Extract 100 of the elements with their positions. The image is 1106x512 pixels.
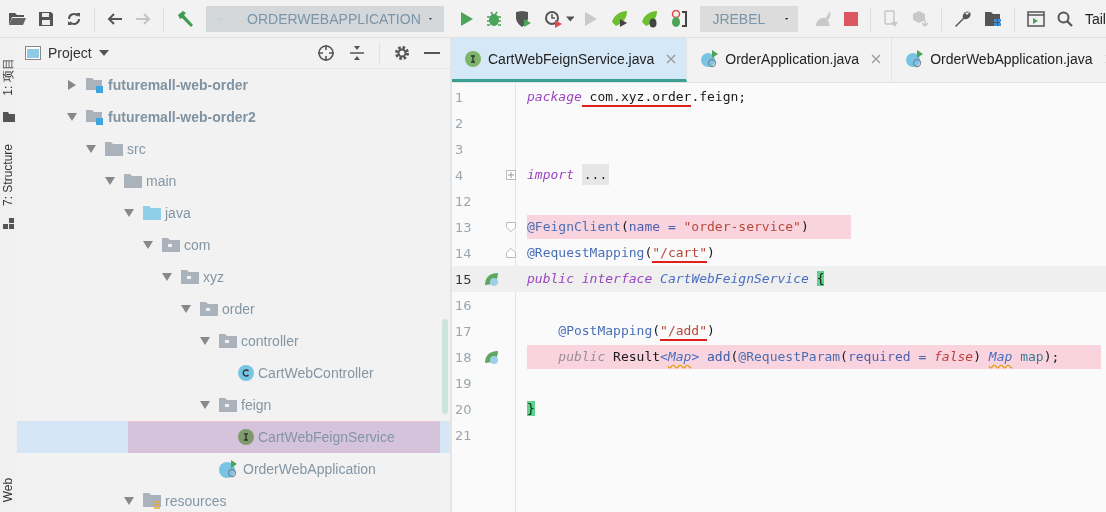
tool-window-tab[interactable]: 7: Structure: [0, 136, 17, 214]
folder-icon: [2, 112, 15, 122]
folder-icon: [105, 142, 123, 156]
folder-grid-icon[interactable]: [984, 10, 1003, 27]
tool-window-tab[interactable]: Web: [0, 472, 17, 508]
implemented-icon[interactable]: [483, 271, 499, 287]
terminal-icon[interactable]: [1026, 10, 1045, 27]
expanded-arrow-icon[interactable]: [162, 272, 172, 282]
class-icon: [238, 365, 254, 381]
close-icon[interactable]: [666, 53, 677, 64]
rocket-bug-icon[interactable]: [640, 9, 659, 28]
line-number: 2: [454, 115, 465, 131]
code-line: import ...: [527, 163, 618, 187]
package-icon: [181, 270, 199, 284]
tail-button[interactable]: Tail: [1084, 10, 1106, 27]
expanded-arrow-icon[interactable]: [143, 240, 153, 250]
package-icon: [162, 238, 180, 252]
bug-icon[interactable]: [485, 10, 502, 27]
window-icon: [25, 46, 41, 60]
tree-item[interactable]: feign: [241, 397, 272, 413]
expanded-arrow-icon[interactable]: [86, 144, 96, 154]
tree-item[interactable]: OrderWebApplication: [243, 461, 376, 477]
module-folder-icon: [86, 77, 104, 93]
line-number: 14: [454, 245, 473, 261]
tree-item[interactable]: futuremall-web-order2: [108, 109, 256, 125]
line-number: 4: [454, 167, 465, 183]
editor-tab[interactable]: CartWebFeignService.java: [452, 38, 688, 82]
stop-icon[interactable]: [844, 11, 859, 26]
interface-icon: [238, 429, 254, 445]
editor-tab[interactable]: OrderApplication.java: [687, 38, 893, 82]
rocket-run-icon[interactable]: [610, 9, 629, 28]
tree-item[interactable]: com: [184, 237, 211, 253]
collapse-all-icon[interactable]: [349, 45, 365, 61]
selected-tree-row[interactable]: CartWebFeignService: [17, 421, 450, 453]
expanded-arrow-icon[interactable]: [181, 304, 191, 314]
expanded-arrow-icon[interactable]: [200, 336, 210, 346]
tree-item[interactable]: futuremall-web-order: [108, 77, 248, 93]
interface-icon: [465, 50, 481, 67]
tree-item[interactable]: xyz: [203, 269, 224, 285]
line-number: 15: [454, 271, 473, 287]
tree-item[interactable]: src: [127, 141, 146, 157]
scrollbar[interactable]: [442, 319, 448, 414]
fold-end-icon[interactable]: [506, 248, 516, 258]
tool-window-tab[interactable]: 1: 项目: [0, 46, 17, 108]
collapsed-arrow-icon[interactable]: [67, 80, 77, 90]
line-number: 3: [454, 141, 465, 157]
line-number: 20: [454, 401, 473, 417]
sync-icon[interactable]: [66, 10, 82, 27]
tree-item[interactable]: CartWebFeignService: [258, 429, 395, 445]
app-class-icon: [219, 460, 239, 478]
line-number: 16: [454, 297, 473, 313]
folder-icon: [143, 206, 161, 220]
jrebel-configuration-dropdown[interactable]: JREBEL: [700, 5, 799, 32]
folder-icon: [124, 174, 142, 188]
module-folder-icon: [86, 109, 104, 125]
back-arrow-icon[interactable]: [106, 12, 123, 25]
settings-icon[interactable]: [394, 45, 410, 61]
line-number: 12: [454, 193, 473, 209]
editor-tab[interactable]: OrderWebApplication.java: [892, 38, 1106, 82]
line-number: 19: [454, 375, 473, 391]
search-icon[interactable]: [1056, 10, 1073, 27]
tree-item[interactable]: CartWebController: [258, 365, 374, 381]
fold-start-icon[interactable]: [506, 222, 516, 232]
expanded-arrow-icon[interactable]: [124, 208, 134, 218]
tree-item[interactable]: order: [222, 301, 255, 317]
save-icon[interactable]: [38, 10, 54, 27]
wrench-icon[interactable]: [954, 9, 973, 28]
expanded-arrow-icon[interactable]: [105, 176, 115, 186]
code-line: public interface CartWebFeignService {: [527, 270, 826, 288]
crosshair-icon[interactable]: [317, 44, 335, 62]
line-number: 1: [454, 89, 465, 105]
clock-run-icon[interactable]: [543, 9, 562, 28]
expanded-arrow-icon[interactable]: [200, 400, 210, 410]
hammer-icon[interactable]: [175, 9, 194, 28]
expanded-arrow-icon[interactable]: [124, 496, 134, 506]
line-number: 13: [454, 219, 473, 235]
open-folder-icon[interactable]: [8, 11, 26, 26]
tree-item[interactable]: resources: [165, 493, 227, 509]
package-icon: [200, 302, 218, 316]
caret-icon[interactable]: [565, 15, 575, 22]
minimize-icon[interactable]: [424, 51, 440, 55]
code-line: @PostMapping("/add"): [527, 319, 723, 343]
project-view-dropdown[interactable]: Project: [25, 45, 109, 61]
tree-item[interactable]: java: [165, 205, 191, 221]
tree-item[interactable]: controller: [241, 333, 299, 349]
close-icon[interactable]: [871, 53, 882, 64]
shield-run-icon[interactable]: [513, 9, 532, 28]
expanded-arrow-icon[interactable]: [67, 112, 77, 122]
code-line: @RequestMapping("/cart"): [527, 241, 723, 265]
tree-item[interactable]: main: [146, 173, 177, 189]
package-icon: [219, 398, 237, 412]
implemented-icon[interactable]: [483, 349, 499, 365]
expand-fold-icon[interactable]: [506, 170, 516, 180]
line-number: 17: [454, 323, 473, 339]
package-icon: [219, 334, 237, 348]
remote-bug-icon[interactable]: [670, 9, 689, 28]
run-icon[interactable]: [459, 10, 474, 27]
app-class-icon: [700, 49, 719, 68]
line-number: 18: [454, 349, 473, 365]
run-configuration-dropdown[interactable]: ORDERWEBAPPLICATION: [205, 5, 444, 32]
